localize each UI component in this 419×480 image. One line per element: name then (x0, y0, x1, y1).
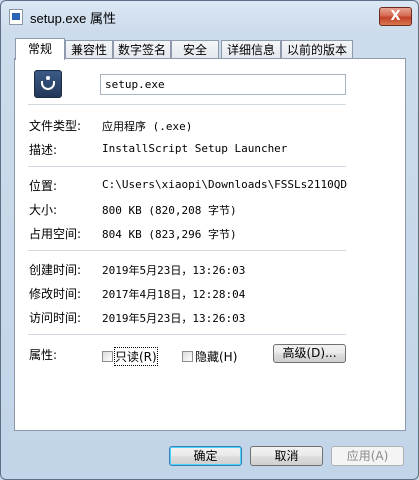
modified-value: 2017年4月18日，12:28:04 (102, 288, 246, 301)
size-value: 800 KB (820,208 字节) (102, 204, 237, 217)
hidden-checkbox-box[interactable] (182, 351, 193, 362)
hidden-checkbox-label: 隐藏(H) (195, 350, 238, 364)
location-value: C:\Users\xiaopi\Downloads\FSSLs2110QD (102, 178, 348, 191)
hidden-checkbox[interactable]: 隐藏(H) (182, 348, 237, 365)
tab-security[interactable]: 安全 (171, 40, 219, 59)
file-type-value: 应用程序 (.exe) (102, 120, 193, 133)
tab-previous-versions[interactable]: 以前的版本 (281, 40, 353, 59)
size-on-disk-value: 804 KB (823,296 字节) (102, 228, 237, 241)
window-title: setup.exe 属性 (30, 11, 116, 26)
description-label: 描述: (29, 143, 58, 157)
tab-compatibility[interactable]: 兼容性 (65, 40, 113, 59)
location-label: 位置: (29, 179, 58, 193)
tab-general[interactable]: 常规 (15, 38, 65, 60)
readonly-checkbox[interactable]: 只读(R) (102, 347, 158, 366)
readonly-checkbox-label: 只读(R) (114, 347, 158, 366)
modified-label: 修改时间: (29, 287, 82, 301)
divider (28, 250, 346, 251)
size-label: 大小: (29, 203, 58, 217)
tab-bar: 常规 兼容性 数字签名 安全 详细信息 以前的版本 (15, 38, 407, 60)
file-name-field[interactable]: setup.exe (100, 74, 346, 95)
ok-button[interactable]: 确定 (169, 446, 242, 466)
description-value: InstallScript Setup Launcher (102, 142, 288, 155)
created-label: 创建时间: (29, 263, 82, 277)
advanced-button[interactable]: 高级(D)... (273, 344, 346, 363)
readonly-checkbox-box[interactable] (102, 351, 113, 362)
attributes-label: 属性: (29, 348, 58, 362)
divider (28, 334, 346, 335)
file-icon (9, 9, 23, 25)
tab-panel-general (14, 58, 406, 431)
accessed-value: 2019年5月23日，13:26:03 (102, 312, 246, 325)
tab-details[interactable]: 详细信息 (221, 40, 281, 59)
accessed-label: 访问时间: (29, 311, 82, 325)
tab-digital-signatures[interactable]: 数字签名 (113, 40, 171, 59)
title-bar[interactable]: setup.exe 属性 X (1, 1, 418, 31)
close-button[interactable]: X (379, 7, 412, 26)
size-on-disk-label: 占用空间: (29, 227, 82, 241)
divider (28, 104, 346, 105)
file-type-label: 文件类型: (29, 119, 82, 133)
application-icon (34, 70, 62, 98)
cancel-button[interactable]: 取消 (250, 446, 323, 466)
apply-button[interactable]: 应用(A) (331, 446, 404, 466)
divider (28, 166, 346, 167)
created-value: 2019年5月23日，13:26:03 (102, 264, 246, 277)
